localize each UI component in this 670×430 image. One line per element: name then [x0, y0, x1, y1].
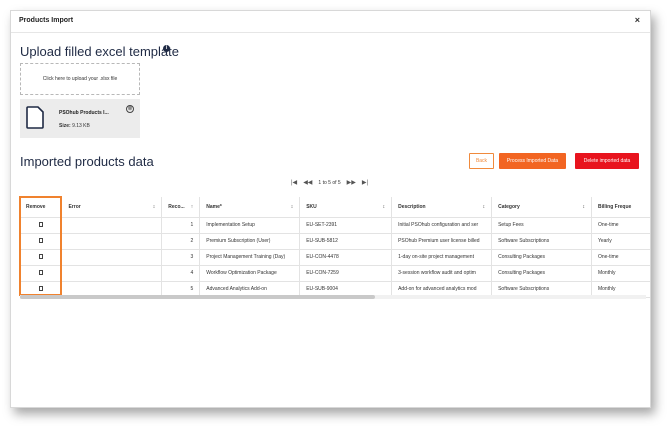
- name-cell: Implementation Setup: [199, 217, 301, 234]
- column-header-record[interactable]: Reco... ↑: [161, 197, 201, 218]
- uploaded-file-card: PSOhub Products I... Size: 9.13 KB: [20, 99, 140, 138]
- description-cell: 3-session workflow audit and optim: [391, 265, 493, 282]
- description-cell: Initial PSOhub configuration and ser: [391, 217, 493, 234]
- sort-icon[interactable]: ↕: [291, 204, 294, 210]
- imported-title: Imported products data: [20, 154, 154, 169]
- sku-cell: EU-CON-7259: [299, 265, 393, 282]
- first-page-icon[interactable]: |◀: [291, 179, 297, 186]
- products-import-modal: Products Import × Upload filled excel te…: [10, 10, 651, 408]
- record-cell: 3: [161, 249, 201, 266]
- dropzone-text: Click here to upload your .xlsx file: [42, 76, 118, 82]
- error-cell: [61, 233, 163, 250]
- remove-file-icon[interactable]: ⊗: [126, 105, 134, 113]
- column-header-billing-frequency[interactable]: Billing Freque: [591, 197, 650, 218]
- delete-imported-data-button[interactable]: Delete imported data: [575, 153, 639, 169]
- description-cell: PSOhub Premium user license billed: [391, 233, 493, 250]
- sku-cell: EU-CON-4478: [299, 249, 393, 266]
- error-cell: [61, 249, 163, 266]
- name-cell: Workflow Optimization Package: [199, 265, 301, 282]
- sort-icon[interactable]: ↕: [483, 204, 486, 210]
- file-size: Size: 9.13 KB: [59, 123, 90, 129]
- modal-header: Products Import ×: [11, 11, 650, 33]
- sort-icon[interactable]: ↑: [191, 204, 194, 210]
- table-row: 4 Workflow Optimization Package EU-CON-7…: [20, 265, 650, 282]
- billing-cell: One-time: [591, 217, 650, 234]
- sku-cell: EU-SUB-5812: [299, 233, 393, 250]
- file-dropzone[interactable]: Click here to upload your .xlsx file: [20, 63, 140, 95]
- column-header-error[interactable]: Error ↕: [61, 197, 163, 218]
- horizontal-scrollbar[interactable]: [20, 295, 646, 299]
- next-page-icon[interactable]: ▶▶: [347, 179, 356, 186]
- record-cell: 4: [161, 265, 201, 282]
- last-page-icon[interactable]: ▶|: [362, 179, 368, 186]
- prev-page-icon[interactable]: ◀◀: [303, 179, 312, 186]
- file-name: PSOhub Products I...: [59, 110, 109, 116]
- file-icon: [26, 106, 44, 129]
- description-cell: 1-day on-site project management: [391, 249, 493, 266]
- table-header-row: Remove Error ↕ Reco... ↑ Name* ↕ SKU ↕ Descr…: [20, 197, 650, 218]
- category-cell: Setup Fees: [491, 217, 592, 234]
- name-cell: Premium Subscription (User): [199, 233, 301, 250]
- error-cell: [61, 217, 163, 234]
- upload-title: Upload filled excel template: [20, 44, 179, 59]
- billing-cell: One-time: [591, 249, 650, 266]
- trash-icon[interactable]: [38, 221, 43, 227]
- name-cell: Project Management Training (Day): [199, 249, 301, 266]
- error-cell: [61, 265, 163, 282]
- record-cell: 1: [161, 217, 201, 234]
- pagination: |◀ ◀◀ 1 to 5 of 5 ▶▶ ▶|: [291, 179, 368, 187]
- process-imported-data-button[interactable]: Process Imported Data: [499, 153, 566, 169]
- info-icon[interactable]: i: [163, 45, 170, 52]
- scrollbar-thumb[interactable]: [20, 295, 375, 299]
- sort-icon[interactable]: ↕: [582, 204, 585, 210]
- category-cell: Consulting Packages: [491, 265, 592, 282]
- column-header-sku[interactable]: SKU ↕: [299, 197, 393, 218]
- close-icon[interactable]: ×: [635, 15, 640, 25]
- billing-cell: Monthly: [591, 265, 650, 282]
- billing-cell: Yearly: [591, 233, 650, 250]
- category-cell: Consulting Packages: [491, 249, 592, 266]
- modal-title: Products Import: [19, 17, 74, 24]
- products-table: Remove Error ↕ Reco... ↑ Name* ↕ SKU ↕ Descr…: [20, 197, 650, 301]
- sort-icon[interactable]: ↕: [383, 204, 386, 210]
- category-cell: Software Subscriptions: [491, 233, 592, 250]
- table-row: 3 Project Management Training (Day) EU-C…: [20, 249, 650, 266]
- column-header-name[interactable]: Name* ↕: [199, 197, 301, 218]
- record-cell: 2: [161, 233, 201, 250]
- column-header-remove[interactable]: Remove: [20, 197, 63, 218]
- table-row: 2 Premium Subscription (User) EU-SUB-581…: [20, 233, 650, 250]
- trash-icon[interactable]: [38, 237, 43, 243]
- sort-icon[interactable]: ↕: [153, 204, 156, 210]
- column-header-category[interactable]: Category ↕: [491, 197, 592, 218]
- trash-icon[interactable]: [38, 253, 43, 259]
- trash-icon[interactable]: [38, 269, 43, 275]
- pager-text: 1 to 5 of 5: [318, 179, 341, 186]
- sku-cell: EU-SET-2391: [299, 217, 393, 234]
- trash-icon[interactable]: [38, 285, 43, 291]
- column-header-description[interactable]: Description ↕: [391, 197, 493, 218]
- table-row: 1 Implementation Setup EU-SET-2391 Initi…: [20, 217, 650, 234]
- back-button[interactable]: Back: [469, 153, 494, 169]
